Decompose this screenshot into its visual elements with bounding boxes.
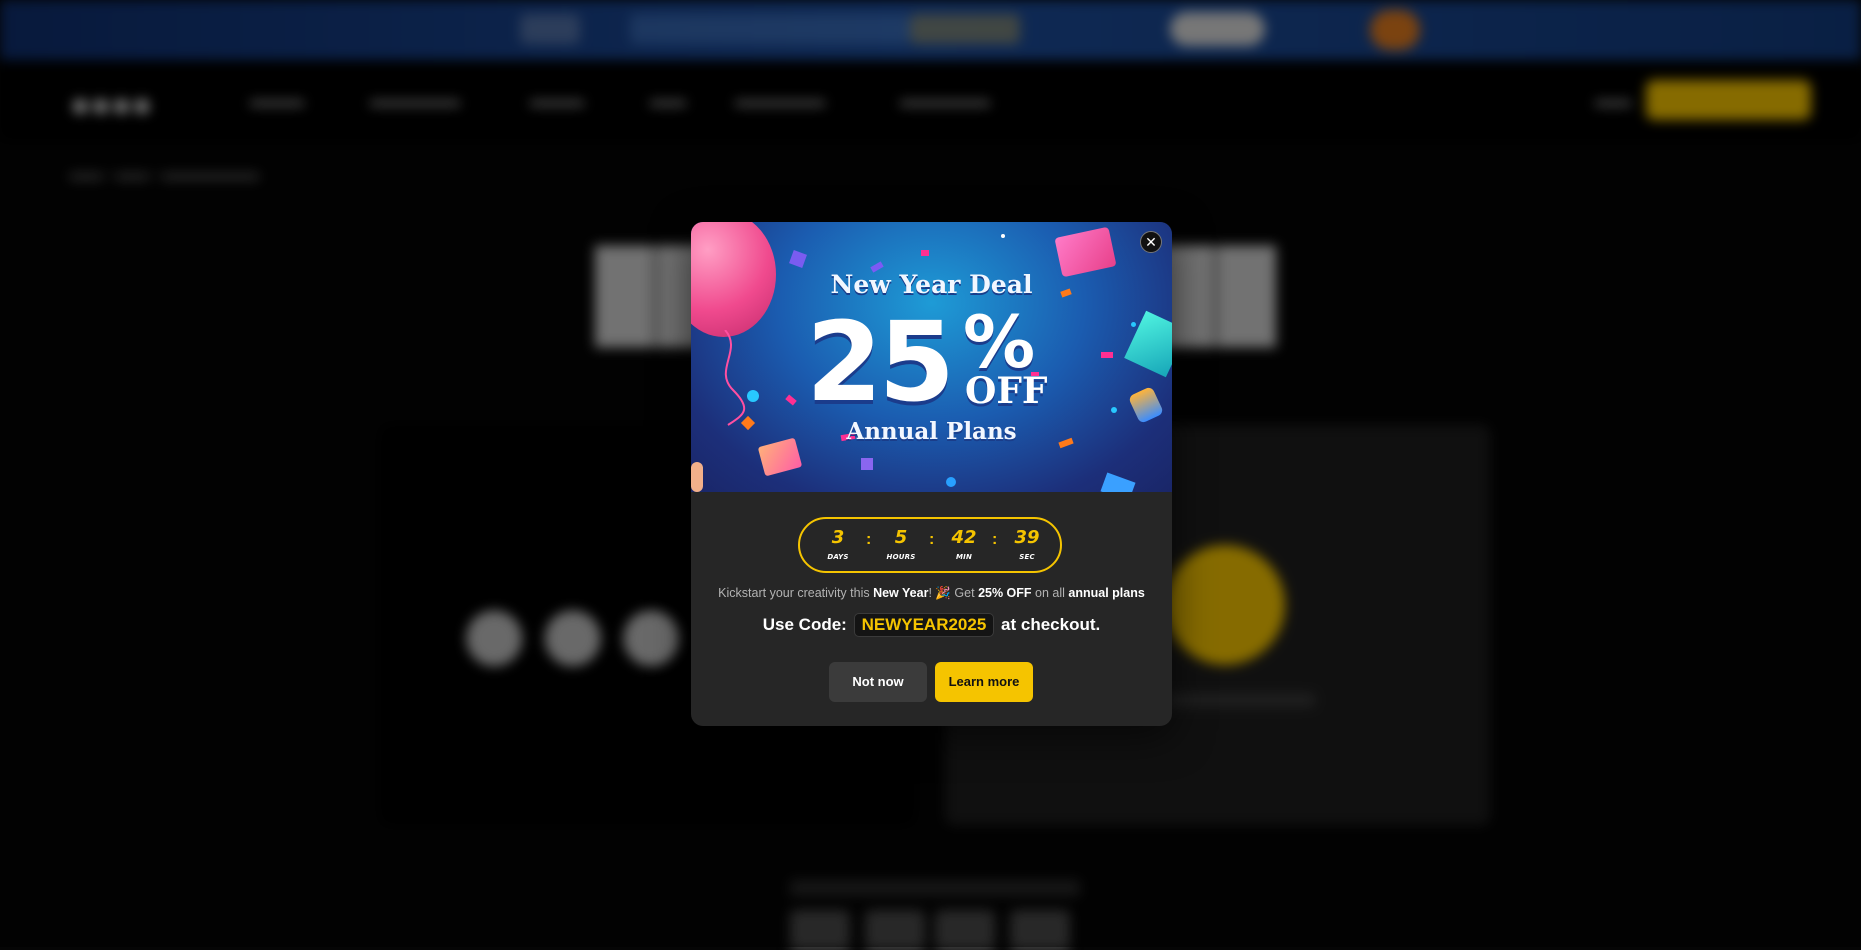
countdown-days: 3 DAYS — [816, 527, 860, 561]
countdown-days-value: 3 — [831, 527, 845, 548]
promo-highlight: annual plans — [1068, 586, 1145, 600]
promo-text: ! 🎉 Get — [928, 586, 979, 600]
confetti-piece — [861, 458, 873, 470]
deal-discount-number: 25 — [806, 298, 955, 426]
confetti-piece — [1111, 407, 1117, 413]
confetti-piece — [785, 394, 797, 406]
countdown-separator: : — [992, 531, 998, 548]
countdown-min: 42 MIN — [942, 527, 986, 561]
promo-text: on all — [1031, 586, 1069, 600]
deal-subtitle: Annual Plans — [846, 418, 1017, 445]
confetti-piece — [691, 462, 703, 492]
balloon-string-icon — [724, 330, 746, 426]
countdown-days-label: DAYS — [827, 553, 849, 561]
code-suffix: at checkout. — [1001, 615, 1101, 634]
code-prefix: Use Code: — [762, 615, 847, 634]
countdown-sec-value: 39 — [1014, 527, 1040, 548]
deal-off-label: OFF — [965, 370, 1048, 412]
confetti-piece — [946, 477, 956, 487]
countdown-hours: 5 HOURS — [879, 527, 923, 561]
countdown-timer: 3 DAYS : 5 HOURS : 42 MIN : 39 SEC — [798, 517, 1062, 573]
countdown-sec: 39 SEC — [1005, 527, 1049, 561]
countdown-min-label: MIN — [955, 553, 973, 561]
confetti-piece — [1131, 322, 1136, 327]
promo-text: Kickstart your creativity this — [718, 586, 874, 600]
cube-icon — [1124, 310, 1172, 378]
promo-highlight: New Year — [873, 586, 929, 600]
countdown-hours-value: 5 — [894, 527, 908, 548]
countdown-min-value: 42 — [951, 527, 977, 548]
promo-message: Kickstart your creativity this New Year!… — [691, 586, 1172, 601]
confetti-piece — [1101, 352, 1113, 358]
confetti-piece — [789, 250, 807, 268]
new-year-deal-modal: New Year Deal 25 % OFF Annual Plans ✕ 3 … — [691, 222, 1172, 726]
confetti-piece — [1001, 234, 1005, 238]
not-now-button[interactable]: Not now — [829, 662, 927, 702]
deal-banner: New Year Deal 25 % OFF Annual Plans — [691, 222, 1172, 492]
promo-code-line: Use Code: NEWYEAR2025 at checkout. — [691, 613, 1172, 637]
countdown-sec-label: SEC — [1019, 553, 1035, 561]
promo-code[interactable]: NEWYEAR2025 — [853, 613, 995, 637]
countdown-hours-label: HOURS — [886, 553, 916, 561]
close-button[interactable]: ✕ — [1140, 231, 1162, 253]
countdown-separator: : — [866, 531, 872, 548]
deal-title: New Year Deal — [830, 270, 1033, 299]
learn-more-button[interactable]: Learn more — [935, 662, 1033, 702]
confetti-piece — [1100, 472, 1136, 492]
confetti-piece — [921, 250, 929, 256]
countdown-separator: : — [929, 531, 935, 548]
promo-highlight: 25% OFF — [978, 586, 1032, 600]
